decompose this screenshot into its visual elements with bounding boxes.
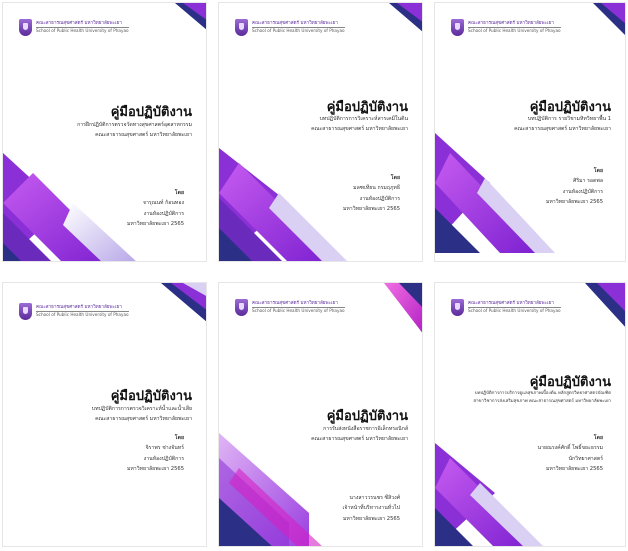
faculty-logo: คณะสาธารณสุขศาสตร์ มหาวิทยาลัยพะเยา Scho… (451, 19, 561, 36)
logo-name-en: School of Public Health University of Ph… (252, 308, 345, 314)
subtitle-line: บทปฏิบัติการการตรวจวิเคราะห์น้ำและน้ำเสี… (91, 406, 192, 412)
author-unit: นักวิทยาศาสตร์ (568, 455, 604, 462)
logo-name-en: School of Public Health University of Ph… (36, 312, 129, 318)
subtitle-line: บทปฏิบัติการ รายวิชามหิทวิทยาพื้น 1 (527, 116, 611, 122)
manual-cover-1[interactable]: คณะสาธารณสุขศาสตร์ มหาวิทยาลัยพะเยา Scho… (2, 2, 207, 262)
subtitle-line: การรับส่งหนังสือราชการอิเล็กทรอนิกส์ (323, 426, 408, 432)
subtitle-line: คณะสาธารณสุขศาสตร์ มหาวิทยาลัยพะเยา (311, 125, 408, 132)
logo-name-th: คณะสาธารณสุขศาสตร์ มหาวิทยาลัยพะเยา (468, 301, 561, 309)
author-unit: งานห้องปฏิบัติการ (562, 188, 603, 195)
cover-grid: คณะสาธารณสุขศาสตร์ มหาวิทยาลัยพะเยา Scho… (0, 0, 628, 551)
subtitle-line: คณะสาธารณสุขศาสตร์ มหาวิทยาลัยพะเยา (95, 131, 192, 138)
faculty-logo: คณะสาธารณสุขศาสตร์ มหาวิทยาลัยพะเยา Scho… (19, 303, 129, 320)
subtitle-line: สาขาวิชาการส่งเสริมสุขภาพ คณะสาธารณสุขศา… (473, 399, 611, 405)
manual-cover-6[interactable]: คณะสาธารณสุขศาสตร์ มหาวิทยาลัยพะเยา Scho… (434, 282, 626, 547)
author-block: โดย จารุณนท์ ก้อนทอง งานห้องปฏิบัติการ ม… (127, 188, 184, 230)
faculty-logo: คณะสาธารณสุขศาสตร์ มหาวิทยาลัยพะเยา Scho… (451, 299, 561, 316)
subtitle-line: คณะสาธารณสุขศาสตร์ มหาวิทยาลัยพะเยา (514, 125, 611, 132)
by-label: โดย (390, 175, 400, 181)
crest-icon (19, 19, 32, 36)
logo-name-en: School of Public Health University of Ph… (36, 28, 129, 34)
author-block: นางสาววรนชร ซีสิวงศ์ เจ้าหน้าที่บริหารงา… (343, 493, 400, 524)
author-unit: งานห้องปฏิบัติการ (143, 455, 184, 462)
logo-name-en: School of Public Health University of Ph… (468, 308, 561, 314)
logo-name-th: คณะสาธารณสุขศาสตร์ มหาวิทยาลัยพะเยา (252, 301, 345, 309)
faculty-logo: คณะสาธารณสุขศาสตร์ มหาวิทยาลัยพะเยา Scho… (235, 299, 345, 316)
cover-subtitle: การฝึกปฏิบัติการตรวจวัดทางสุขศาสตร์อุตสา… (77, 121, 192, 141)
author-block: โดย นายณรงค์ศักดิ์ โพธิ์ขยะธรรม นักวิทยา… (538, 433, 603, 475)
author-unit: งานห้องปฏิบัติการ (359, 195, 400, 202)
author-name: ศิริมา รอดพล (573, 178, 603, 185)
author-unit: งานห้องปฏิบัติการ (143, 210, 184, 217)
author-block: โดย จิราพร ช่างจันทร์ งานห้องปฏิบัติการ … (127, 433, 184, 475)
by-label: โดย (174, 190, 184, 196)
logo-name-th: คณะสาธารณสุขศาสตร์ มหาวิทยาลัยพะเยา (36, 305, 129, 313)
cover-title: คู่มือปฏิบัติงาน (326, 409, 408, 424)
subtitle-line: คณะสาธารณสุขศาสตร์ มหาวิทยาลัยพะเยา (311, 435, 408, 442)
manual-cover-3[interactable]: คณะสาธารณสุขศาสตร์ มหาวิทยาลัยพะเยา Scho… (434, 2, 626, 262)
logo-name-en: School of Public Health University of Ph… (468, 28, 561, 34)
logo-name-th: คณะสาธารณสุขศาสตร์ มหาวิทยาลัยพะเยา (36, 21, 129, 29)
crest-icon (451, 299, 464, 316)
cover-title: คู่มือปฏิบัติงาน (529, 100, 611, 115)
cover-subtitle: บทปฏิบัติการการตรวจวิเคราะห์น้ำและน้ำเสี… (92, 405, 192, 425)
author-name: จิราพร ช่างจันทร์ (145, 445, 184, 452)
crest-icon (235, 19, 248, 36)
subtitle-line: คณะสาธารณสุขศาสตร์ มหาวิทยาลัยพะเยา (95, 415, 192, 422)
faculty-logo: คณะสาธารณสุขศาสตร์ มหาวิทยาลัยพะเยา Scho… (235, 19, 345, 36)
author-org-year: มหาวิทยาลัยพะเยา 2565 (545, 199, 603, 206)
author-org-year: มหาวิทยาลัยพะเยา 2565 (545, 466, 603, 473)
cover-subtitle: การรับส่งหนังสือราชการอิเล็กทรอนิกส์ คณะ… (311, 425, 408, 445)
cover-subtitle: บทปฏิบัติการการบริการดูแลสุขภาพเบื้องต้น… (473, 390, 611, 407)
manual-cover-4[interactable]: คณะสาธารณสุขศาสตร์ มหาวิทยาลัยพะเยา Scho… (2, 282, 207, 547)
subtitle-line: บทปฏิบัติการการบริการดูแลสุขภาพเบื้องต้น… (474, 391, 611, 396)
author-name: มลฑเทียน กรมฤภุทธี (353, 185, 400, 192)
crest-icon (451, 19, 464, 36)
author-org-year: มหาวิทยาลัยพะเยา 2565 (126, 221, 184, 228)
crest-icon (19, 303, 32, 320)
by-label: โดย (593, 168, 603, 174)
author-block: โดย ศิริมา รอดพล งานห้องปฏิบัติการ มหาวิ… (546, 166, 603, 208)
crest-icon (235, 299, 248, 316)
author-org-year: มหาวิทยาลัยพะเยา 2565 (342, 515, 400, 522)
manual-cover-2[interactable]: คณะสาธารณสุขศาสตร์ มหาวิทยาลัยพะเยา Scho… (218, 2, 423, 262)
cover-title: คู่มือปฏิบัติงาน (326, 100, 408, 115)
by-label: โดย (174, 435, 184, 441)
logo-name-th: คณะสาธารณสุขศาสตร์ มหาวิทยาลัยพะเยา (468, 21, 561, 29)
cover-title: คู่มือปฏิบัติงาน (529, 375, 611, 390)
author-name: นางสาววรนชร ซีสิวงศ์ (349, 495, 400, 501)
author-name: จารุณนท์ ก้อนทอง (142, 200, 184, 207)
cover-subtitle: บทปฏิบัติการ รายวิชามหิทวิทยาพื้น 1 คณะส… (514, 115, 611, 135)
cover-decoration (435, 283, 625, 546)
subtitle-line: การฝึกปฏิบัติการตรวจวัดทางสุขศาสตร์อุตสา… (77, 122, 192, 128)
faculty-logo: คณะสาธารณสุขศาสตร์ มหาวิทยาลัยพะเยา Scho… (19, 19, 129, 36)
manual-cover-5[interactable]: คณะสาธารณสุขศาสตร์ มหาวิทยาลัยพะเยา Scho… (218, 282, 423, 547)
logo-name-en: School of Public Health University of Ph… (252, 28, 345, 34)
by-label: โดย (593, 435, 603, 441)
author-unit: เจ้าหน้าที่บริหารงานทั่วไป (342, 505, 400, 512)
author-block: โดย มลฑเทียน กรมฤภุทธี งานห้องปฏิบัติการ… (343, 173, 400, 215)
cover-title: คู่มือปฏิบัติงาน (110, 105, 192, 120)
subtitle-line: บทปฏิบัติการการวิเคราะห์สารเคมีในดิน (319, 116, 408, 122)
author-org-year: มหาวิทยาลัยพะเยา 2565 (126, 466, 184, 473)
cover-title: คู่มือปฏิบัติงาน (110, 389, 192, 404)
author-name: นายณรงค์ศักดิ์ โพธิ์ขยะธรรม (537, 445, 603, 452)
cover-subtitle: บทปฏิบัติการการวิเคราะห์สารเคมีในดิน คณะ… (311, 115, 408, 135)
author-org-year: มหาวิทยาลัยพะเยา 2565 (342, 206, 400, 213)
logo-name-th: คณะสาธารณสุขศาสตร์ มหาวิทยาลัยพะเยา (252, 21, 345, 29)
